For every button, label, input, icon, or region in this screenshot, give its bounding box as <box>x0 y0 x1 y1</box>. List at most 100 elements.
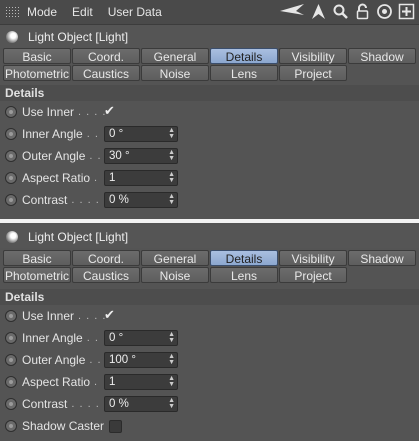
aspect-ratio-input[interactable]: 1 ▲ ▼ <box>104 170 178 186</box>
param-row-inner-angle: Inner Angle . . . 0 ° ▲ ▼ <box>0 123 419 145</box>
object-title: Light Object [Light] <box>28 29 129 44</box>
tab-row-1: Basic Coord. General Details Visibility … <box>0 48 419 64</box>
field-value: 100 ° <box>109 354 136 366</box>
animate-radio[interactable] <box>5 310 17 322</box>
field-value: 0 ° <box>109 332 124 344</box>
tab-visibility[interactable]: Visibility <box>279 250 347 266</box>
aspect-ratio-input[interactable]: 1 ▲ ▼ <box>104 374 178 390</box>
param-row-contrast: Contrast . . . . . 0 % ▲ ▼ <box>0 189 419 211</box>
param-row-outer-angle: Outer Angle . . 100 ° ▲ ▼ <box>0 349 419 371</box>
animate-radio[interactable] <box>5 354 17 366</box>
spinner-icon[interactable]: ▲ ▼ <box>168 353 175 366</box>
spinner-icon[interactable]: ▲ ▼ <box>168 171 175 184</box>
param-row-aspect-ratio: Aspect Ratio . 1 ▲ ▼ <box>0 371 419 393</box>
tab-coord[interactable]: Coord. <box>72 48 140 64</box>
tab-details[interactable]: Details <box>210 48 278 64</box>
arrow-left-icon[interactable] <box>279 3 305 20</box>
param-row-use-inner: Use Inner . . . . ✔ <box>0 101 419 123</box>
field-value: 1 <box>109 376 116 388</box>
spinner-icon[interactable]: ▲ ▼ <box>168 331 175 344</box>
animate-radio[interactable] <box>5 376 17 388</box>
param-dots: . . . . <box>78 106 107 118</box>
param-row-aspect-ratio: Aspect Ratio . 1 ▲ ▼ <box>0 167 419 189</box>
tab-basic[interactable]: Basic <box>3 48 71 64</box>
field-value: 0 % <box>109 194 129 206</box>
shadow-caster-checkbox[interactable] <box>109 419 123 433</box>
param-row-contrast: Contrast . . . . . 0 % ▲ ▼ <box>0 393 419 415</box>
tab-lens[interactable]: Lens <box>210 65 278 81</box>
menu-user-data[interactable]: User Data <box>108 5 162 19</box>
search-icon[interactable] <box>332 3 349 20</box>
animate-radio[interactable] <box>5 194 17 206</box>
outer-angle-input[interactable]: 30 ° ▲ ▼ <box>104 148 178 164</box>
spinner-icon[interactable]: ▲ ▼ <box>168 127 175 140</box>
tab-photometric[interactable]: Photometric <box>3 267 71 283</box>
grip-icon[interactable] <box>5 6 19 18</box>
param-label: Use Inner <box>22 309 75 323</box>
tab-project[interactable]: Project <box>279 65 347 81</box>
param-label: Use Inner <box>22 105 75 119</box>
spinner-icon[interactable]: ▲ ▼ <box>168 193 175 206</box>
lock-icon[interactable] <box>354 3 371 20</box>
tab-row-2: Photometric Caustics Noise Lens Project <box>0 65 419 81</box>
light-object-icon <box>6 30 18 43</box>
outer-angle-input[interactable]: 100 ° ▲ ▼ <box>104 352 178 368</box>
param-dots: . <box>94 376 99 388</box>
tab-coord[interactable]: Coord. <box>72 250 140 266</box>
param-label: Contrast <box>22 397 68 411</box>
tab-project[interactable]: Project <box>279 267 347 283</box>
tab-caustics[interactable]: Caustics <box>72 267 140 283</box>
target-icon[interactable] <box>376 3 393 20</box>
arrow-up-icon[interactable] <box>310 3 327 20</box>
param-label: Outer Angle <box>22 149 86 163</box>
tab-noise[interactable]: Noise <box>141 267 209 283</box>
param-dots: . . . . . <box>71 398 108 410</box>
animate-radio[interactable] <box>5 398 17 410</box>
param-dots: . . <box>89 354 102 366</box>
animate-radio[interactable] <box>5 150 17 162</box>
menu-mode[interactable]: Mode <box>27 5 57 19</box>
tab-photometric[interactable]: Photometric <box>3 65 71 81</box>
tab-shadow[interactable]: Shadow <box>348 250 416 266</box>
tab-general[interactable]: General <box>141 48 209 64</box>
animate-radio[interactable] <box>5 106 17 118</box>
tab-visibility[interactable]: Visibility <box>279 48 347 64</box>
inner-angle-input[interactable]: 0 ° ▲ ▼ <box>104 330 178 346</box>
param-label: Aspect Ratio <box>22 375 91 389</box>
spinner-icon[interactable]: ▲ ▼ <box>168 397 175 410</box>
field-value: 30 ° <box>109 150 130 162</box>
toolbar-icons <box>279 3 415 20</box>
tab-basic[interactable]: Basic <box>3 250 71 266</box>
top-panel: Mode Edit User Data Light Object [Light]… <box>0 0 419 219</box>
spinner-icon[interactable]: ▲ ▼ <box>168 149 175 162</box>
param-dots: . . . . . <box>71 194 108 206</box>
light-object-icon <box>6 230 18 243</box>
tab-row-2: Photometric Caustics Noise Lens Project <box>0 267 419 283</box>
animate-radio[interactable] <box>5 172 17 184</box>
spinner-icon[interactable]: ▲ ▼ <box>168 375 175 388</box>
field-value: 1 <box>109 172 116 184</box>
inner-angle-input[interactable]: 0 ° ▲ ▼ <box>104 126 178 142</box>
bottom-panel: Light Object [Light] Basic Coord. Genera… <box>0 223 419 441</box>
object-title: Light Object [Light] <box>28 229 129 244</box>
tab-noise[interactable]: Noise <box>141 65 209 81</box>
param-dots: . <box>94 172 99 184</box>
contrast-input[interactable]: 0 % ▲ ▼ <box>104 192 178 208</box>
tab-general[interactable]: General <box>141 250 209 266</box>
tab-shadow[interactable]: Shadow <box>348 48 416 64</box>
param-label: Aspect Ratio <box>22 171 91 185</box>
menubar: Mode Edit User Data <box>0 0 419 25</box>
animate-radio[interactable] <box>5 128 17 140</box>
tab-lens[interactable]: Lens <box>210 267 278 283</box>
use-inner-checkbox[interactable]: ✔ <box>104 104 118 118</box>
tab-caustics[interactable]: Caustics <box>72 65 140 81</box>
add-icon[interactable] <box>398 3 415 20</box>
use-inner-checkbox[interactable]: ✔ <box>104 308 118 322</box>
param-row-outer-angle: Outer Angle . . 30 ° ▲ ▼ <box>0 145 419 167</box>
menu-edit[interactable]: Edit <box>72 5 93 19</box>
tab-details[interactable]: Details <box>210 250 278 266</box>
contrast-input[interactable]: 0 % ▲ ▼ <box>104 396 178 412</box>
field-value: 0 % <box>109 398 129 410</box>
animate-radio[interactable] <box>5 420 17 432</box>
animate-radio[interactable] <box>5 332 17 344</box>
